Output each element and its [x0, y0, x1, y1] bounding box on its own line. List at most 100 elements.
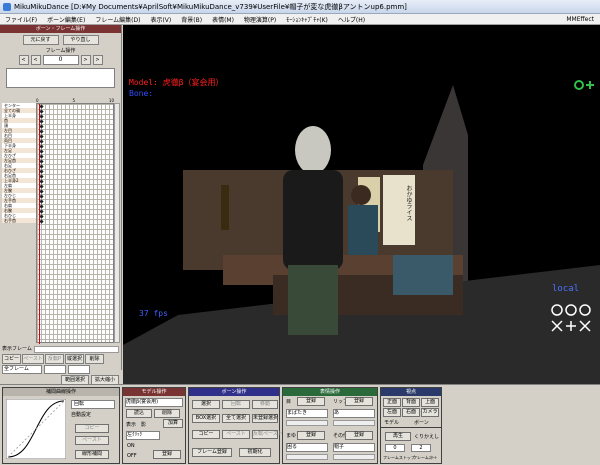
model-off-radio[interactable]: OFF — [127, 453, 137, 459]
keyframe-marker[interactable] — [39, 174, 44, 179]
play-end-input[interactable]: 2 — [411, 444, 431, 452]
keyframe-marker[interactable] — [39, 179, 44, 184]
menu-bone-edit[interactable]: ボーン編集(E) — [47, 15, 85, 24]
bone-select-button[interactable]: 選択 — [192, 400, 220, 409]
delete-button[interactable]: 削除 — [85, 354, 104, 364]
keyframe-marker[interactable] — [39, 219, 44, 224]
keyframe-marker[interactable] — [39, 199, 44, 204]
menu-help[interactable]: ヘルプ(H) — [338, 15, 365, 24]
linear-interp-button[interactable]: 線形補間 — [75, 450, 109, 459]
other-morph-select[interactable]: 帽子 — [333, 443, 375, 452]
model-show-checkbox[interactable]: 表示 — [126, 421, 136, 428]
view-right-button[interactable]: 右面 — [402, 408, 420, 417]
frame-first-button[interactable]: < — [18, 55, 29, 65]
keyframe-marker[interactable] — [39, 109, 44, 114]
timeline-scrollbar[interactable] — [114, 103, 120, 343]
bone-copy-button[interactable]: コピー — [192, 430, 220, 439]
play-start-input[interactable]: 0 — [385, 444, 405, 452]
interp-axis-select[interactable]: 回転 — [71, 400, 115, 409]
frame-stop-checkbox[interactable]: フレームストップ — [383, 455, 415, 461]
keyframe-marker[interactable] — [39, 119, 44, 124]
frame-start-checkbox[interactable]: フレームｽﾀｰﾄ — [413, 455, 437, 461]
keyframe-marker[interactable] — [39, 189, 44, 194]
menu-mmeffect[interactable]: MMEffect — [566, 16, 594, 23]
view-left-button[interactable]: 左面 — [383, 408, 401, 417]
range-end-input[interactable] — [68, 365, 90, 374]
redo-button[interactable]: やり直し — [62, 35, 99, 45]
lip-register-button[interactable]: 登録 — [345, 397, 373, 406]
view-back-button[interactable]: 背面 — [402, 398, 420, 407]
menu-motion-capture[interactable]: ﾓｰｼｮﾝｷｬﾌﾟﾁｬ(K) — [286, 15, 328, 24]
lip-slider[interactable] — [333, 420, 375, 426]
interp-paste-button[interactable]: ペースト — [75, 436, 109, 445]
vertical-select-button[interactable]: 縦選択 — [65, 354, 84, 364]
brow-register-button[interactable]: 登録 — [297, 431, 325, 440]
keyframe-marker[interactable] — [39, 144, 44, 149]
model-delete-button[interactable]: 削除 — [154, 409, 180, 418]
bone-init-button[interactable]: 初期化 — [239, 448, 271, 457]
menu-background[interactable]: 背景(B) — [181, 15, 202, 24]
frame-number-input[interactable]: 0 — [42, 55, 79, 65]
keyframe-marker[interactable] — [39, 149, 44, 154]
loop-checkbox[interactable]: くりかえし — [414, 433, 439, 440]
keyframe-marker[interactable] — [39, 204, 44, 209]
unregistered-select-button[interactable]: 未登録選択 — [252, 414, 278, 423]
view-camera-button[interactable]: カメラ — [421, 408, 439, 417]
frame-register-button[interactable]: フレーム登録 — [192, 448, 232, 457]
bone-move-button[interactable]: 移動 — [252, 400, 278, 409]
keyframe-marker[interactable] — [39, 139, 44, 144]
select-all-button[interactable]: 全て選択 — [222, 414, 250, 423]
menu-file[interactable]: ファイル(F) — [5, 15, 37, 24]
interp-copy-button[interactable]: コピー — [75, 424, 109, 433]
brow-slider[interactable] — [286, 454, 328, 460]
frame-prev-button[interactable]: < — [30, 55, 41, 65]
bone-reverse-paste-button[interactable]: 反転ペースト — [252, 430, 283, 439]
model-shadow-checkbox[interactable]: 影 — [141, 421, 146, 428]
undo-button[interactable]: 元に戻す — [22, 35, 59, 45]
3d-viewport[interactable]: Model: 虎徹β（宴会用） Bone: 37 fps local おかゆライ… — [123, 25, 600, 385]
frame-last-button[interactable]: > — [92, 55, 103, 65]
model-on-radio[interactable]: ON — [127, 443, 135, 449]
bone-paste-button[interactable]: ペースト — [222, 430, 250, 439]
keyframe-marker[interactable] — [39, 154, 44, 159]
range-start-input[interactable] — [44, 365, 66, 374]
eye-register-button[interactable]: 登録 — [297, 397, 325, 406]
model-select[interactable]: 虎徹β(宴会用) — [125, 398, 183, 407]
box-select-button[interactable]: BOX選択 — [192, 414, 220, 423]
play-button[interactable]: 再生 — [385, 432, 411, 441]
keyframe-marker[interactable] — [39, 164, 44, 169]
copy-button[interactable]: コピー — [2, 354, 21, 364]
brow-morph-select[interactable]: 困る — [286, 443, 328, 452]
keyframe-marker[interactable] — [39, 169, 44, 174]
keyframe-marker[interactable] — [39, 214, 44, 219]
eye-slider[interactable] — [286, 420, 328, 426]
keyframe-marker[interactable] — [39, 124, 44, 129]
local-toggle[interactable]: local — [552, 284, 579, 294]
model-register-button[interactable]: 登録 — [153, 450, 181, 459]
bone-row[interactable]: 右手首 — [2, 218, 36, 223]
timeline-grid[interactable] — [36, 103, 114, 344]
keyframe-marker[interactable] — [39, 129, 44, 134]
show-bone-checkbox[interactable]: ボーン — [414, 419, 429, 426]
reverse-paste-button[interactable]: 反転P — [45, 354, 64, 364]
menu-face[interactable]: 表情(M) — [212, 15, 234, 24]
add-shadow-button[interactable]: 加算 — [163, 419, 183, 428]
bone-rotate-button[interactable]: 回転 — [222, 400, 250, 409]
keyframe-marker[interactable] — [39, 209, 44, 214]
keyframe-marker[interactable] — [39, 114, 44, 119]
zoom-icon[interactable] — [574, 80, 584, 90]
keyframe-marker[interactable] — [39, 184, 44, 189]
other-register-button[interactable]: 登録 — [345, 431, 373, 440]
model-load-button[interactable]: 読込 — [126, 409, 152, 418]
keyframe-marker[interactable] — [39, 194, 44, 199]
other-slider[interactable] — [333, 454, 375, 460]
keyframe-marker[interactable] — [39, 104, 44, 109]
frame-next-button[interactable]: > — [80, 55, 91, 65]
menu-physics[interactable]: 物理演算(P) — [244, 15, 276, 24]
auto-setting-checkbox[interactable]: 自動設定 — [71, 411, 91, 418]
interpolation-curve[interactable] — [6, 399, 66, 459]
frame-range-select[interactable]: 全フレーム — [2, 365, 42, 374]
view-front-button[interactable]: 正面 — [383, 398, 401, 407]
model-click-select[interactable]: 左ｸﾘｯｸ — [126, 431, 160, 440]
show-model-checkbox[interactable]: モデル — [384, 419, 399, 426]
